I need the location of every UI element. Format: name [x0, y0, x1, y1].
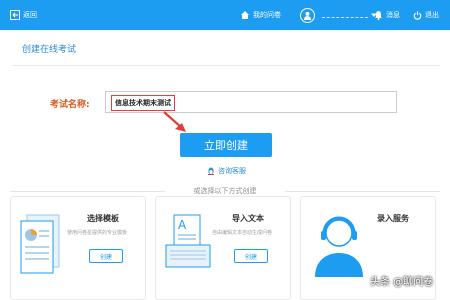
messages-link[interactable]: 消息: [374, 0, 400, 30]
import-card-title: 导入文本: [232, 214, 264, 223]
user-icon: [303, 11, 312, 20]
page-title: 创建在线考试: [22, 45, 77, 55]
or-create-text: 或选择以下方式创建: [193, 187, 257, 195]
user-menu[interactable]: [300, 0, 377, 30]
avatar[interactable]: [300, 7, 315, 23]
support-link[interactable]: 咨询客服: [207, 166, 246, 176]
svg-text:A: A: [178, 218, 187, 232]
messages-label: 消息: [386, 11, 400, 19]
template-card-desc: 使用问卷星提供的专业模板: [67, 230, 128, 236]
exam-name-input[interactable]: 信息技术期末测试: [105, 91, 397, 113]
exam-name-label: 考试名称:: [50, 100, 90, 110]
top-nav-bar: 返回 我的问卷 消息 退出: [0, 0, 450, 30]
home-icon: [241, 11, 249, 19]
watermark: 头条 @聊问卷: [370, 277, 434, 288]
template-create-button[interactable]: 创建: [89, 249, 123, 263]
import-text-card[interactable]: A 导入文本 自由编辑文本自动生成问卷 创建: [155, 196, 291, 300]
title-divider: [12, 65, 440, 66]
service-card-title: 录入服务: [377, 214, 409, 223]
template-card[interactable]: 选择模板 使用问卷星提供的专业模板 创建: [10, 196, 146, 300]
back-link[interactable]: 返回: [10, 0, 37, 30]
support-label: 咨询客服: [218, 167, 246, 175]
import-card-desc: 自由编辑文本自动生成问卷: [212, 230, 273, 236]
exam-name-value: 信息技术期末测试: [111, 95, 175, 111]
import-create-button[interactable]: 创建: [234, 249, 268, 263]
text-import-icon: A: [165, 214, 211, 268]
back-icon: [10, 10, 20, 20]
qq-penguin-icon: [208, 167, 214, 175]
template-document-icon: [20, 214, 60, 274]
my-questionnaire-link[interactable]: 我的问卷: [240, 0, 281, 30]
power-icon: [413, 10, 422, 20]
customer-service-icon: [315, 216, 363, 277]
logout-link[interactable]: 退出: [413, 0, 439, 30]
my-questionnaire-label: 我的问卷: [253, 11, 281, 19]
logout-label: 退出: [425, 11, 439, 19]
username-blurred: [322, 12, 368, 18]
bell-icon: [375, 11, 382, 20]
divider-line-right: [285, 191, 440, 192]
divider-line-left: [10, 191, 165, 192]
template-card-title: 选择模板: [87, 214, 119, 223]
create-now-button[interactable]: 立即创建: [180, 133, 272, 157]
back-label: 返回: [23, 11, 37, 19]
